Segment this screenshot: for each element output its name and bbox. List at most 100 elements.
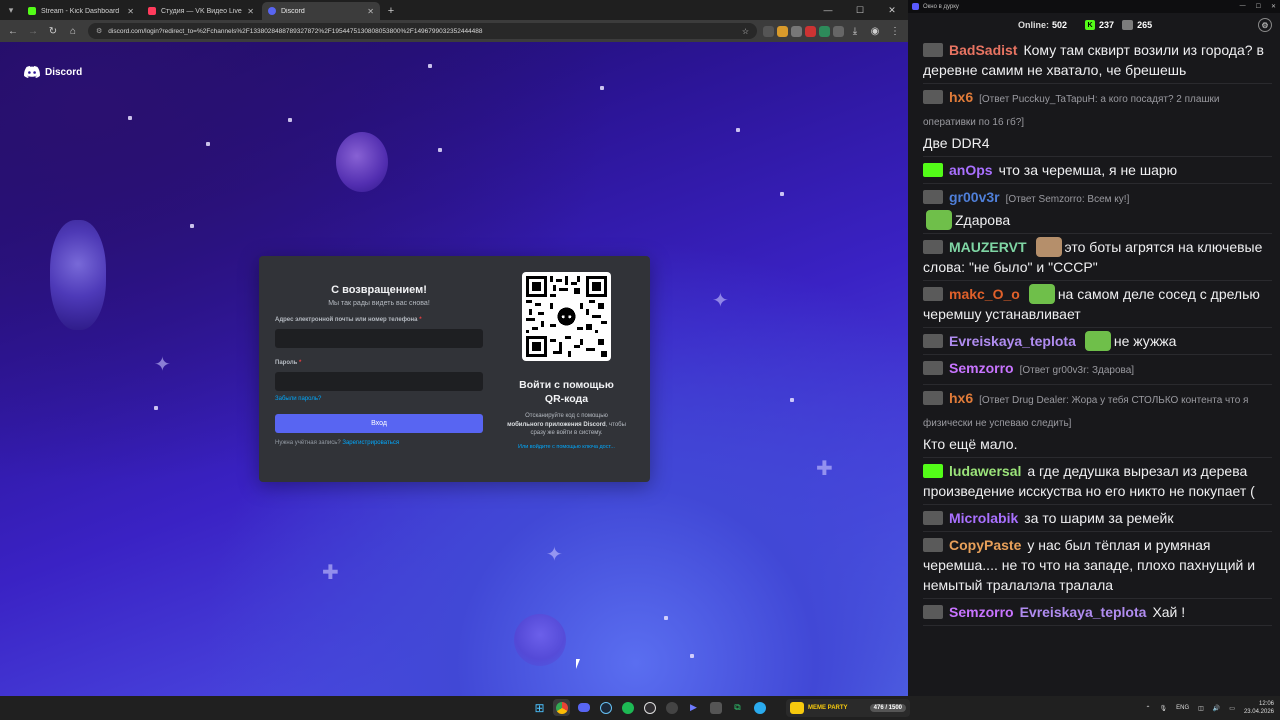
chat-username[interactable]: hx6	[949, 390, 973, 406]
extension-icon[interactable]	[763, 25, 774, 37]
new-tab-icon[interactable]: +	[382, 2, 400, 20]
screen: ▾ Stream - Kick Dashboard ✕ Студия — VK …	[0, 0, 1280, 720]
tab-vk[interactable]: Студия — VK Видео Live ✕	[142, 2, 260, 20]
site-info-icon[interactable]: ⚙	[96, 27, 102, 35]
close-tab-icon[interactable]: ✕	[367, 7, 374, 16]
star-decoration	[664, 616, 668, 620]
home-icon[interactable]: ⌂	[64, 22, 82, 40]
chevron-up-icon[interactable]: ⌃	[1145, 705, 1150, 712]
chat-message: CopyPaste у нас был тёплая и румяная чере…	[923, 535, 1272, 595]
discord-app-icon[interactable]	[575, 699, 592, 716]
chat-username[interactable]: MAUZERVT	[949, 239, 1027, 255]
forward-icon[interactable]: →	[24, 22, 42, 40]
extension-icon[interactable]	[777, 25, 788, 37]
chat-username[interactable]: CopyPaste	[949, 537, 1021, 553]
tab-discord[interactable]: Discord ✕	[262, 2, 380, 20]
chat-window-title: Окно в дурку	[923, 3, 959, 10]
message-divider	[923, 183, 1272, 184]
extension-icon[interactable]	[791, 25, 802, 37]
windows-start-icon[interactable]: ⊞	[531, 699, 548, 716]
forgot-password-link[interactable]: Забыли пароль?	[275, 396, 483, 402]
kick-badge-icon	[923, 464, 943, 478]
passkey-link[interactable]: Или войдите с помощью ключа дост...	[518, 444, 615, 450]
emote-icon	[1028, 284, 1055, 304]
chat-username[interactable]: makc_O_o	[949, 286, 1020, 302]
language-indicator[interactable]: ENG	[1176, 705, 1189, 711]
system-tray: ⌃ 🎙 ENG ◫ 🔊 ▭ 12:06 23.04.2026	[1145, 699, 1274, 717]
telegram-icon[interactable]	[751, 699, 768, 716]
maximize-icon[interactable]: ☐	[1256, 3, 1261, 10]
media-player-icon[interactable]: ▶	[685, 699, 702, 716]
back-icon[interactable]: ←	[4, 22, 22, 40]
chat-message: ludawersal а где дедушка вырезал из дерев…	[923, 461, 1272, 501]
chat-message-text: что за черемша, я не шарю	[998, 162, 1178, 178]
discord-logo[interactable]: Discord	[24, 66, 82, 78]
address-bar[interactable]: ⚙ discord.com/login?redirect_to=%2Fchann…	[88, 23, 757, 39]
qr-title-line2: QR-кода	[544, 393, 589, 405]
login-form: С возвращением! Мы так рады видеть вас с…	[275, 272, 483, 466]
battery-icon[interactable]: ▭	[1229, 705, 1235, 712]
profile-icon[interactable]: ◉	[866, 22, 884, 40]
login-button[interactable]: Вход	[275, 414, 483, 433]
email-label-text: Адрес электронной почты или номер телефо…	[275, 317, 418, 323]
bookmark-star-icon[interactable]: ☆	[742, 27, 749, 36]
discord-wordmark-icon	[24, 66, 40, 78]
chat-username[interactable]: hx6	[949, 89, 973, 105]
password-field[interactable]	[275, 372, 483, 391]
mouse-cursor-icon	[576, 659, 584, 669]
steam-icon[interactable]	[597, 699, 614, 716]
close-window-icon[interactable]: ✕	[1271, 3, 1276, 10]
vk-favicon-icon	[148, 7, 156, 15]
app-icon[interactable]: ⧉	[729, 699, 746, 716]
network-icon[interactable]: ◫	[1198, 705, 1204, 712]
app-icon[interactable]	[707, 699, 724, 716]
menu-kebab-icon[interactable]: ⋮	[886, 22, 904, 40]
star-decoration	[206, 142, 210, 146]
chat-message: MAUZERVT это боты агрятся на ключевые сло…	[923, 237, 1272, 277]
chat-username[interactable]: Semzorro	[949, 360, 1014, 376]
minimize-icon[interactable]: —	[812, 5, 844, 15]
chat-mention[interactable]: Evreiskaya_teplota	[1020, 604, 1147, 620]
planet-decoration	[50, 220, 106, 330]
chat-message: Semzorro Evreiskaya_teplota Хай !	[923, 602, 1272, 622]
maximize-icon[interactable]: ☐	[844, 5, 876, 16]
chat-message: gr00v3r [Ответ Semzorro: Всем ку!] Zдарова	[923, 187, 1272, 230]
email-field[interactable]	[275, 329, 483, 348]
close-tab-icon[interactable]: ✕	[247, 7, 254, 16]
chat-username[interactable]: ludawersal	[949, 463, 1021, 479]
email-label: Адрес электронной почты или номер телефо…	[275, 317, 483, 323]
clock[interactable]: 12:06 23.04.2026	[1244, 700, 1274, 716]
gear-icon[interactable]: ⚙	[1258, 18, 1272, 32]
tab-search-icon[interactable]: ▾	[0, 0, 22, 20]
message-divider	[923, 156, 1272, 157]
chat-username[interactable]: Microlabik	[949, 510, 1018, 526]
extension-icon[interactable]	[819, 25, 830, 37]
chat-username[interactable]: gr00v3r	[949, 189, 1000, 205]
chat-username[interactable]: BadSadist	[949, 42, 1017, 58]
chrome-icon[interactable]	[553, 699, 570, 716]
chat-message-list[interactable]: BadSadist Кому там сквирт возили из город…	[908, 37, 1280, 696]
taskbar-apps: ⊞ ▶ ⧉	[531, 699, 768, 716]
close-window-icon[interactable]: ✕	[876, 5, 908, 16]
obs-icon[interactable]	[641, 699, 658, 716]
chat-username[interactable]: anOps	[949, 162, 993, 178]
puzzle-icon[interactable]	[833, 25, 844, 37]
chat-message-text: Zдарова	[955, 212, 1011, 228]
meme-party-widget[interactable]: MEME PARTY 476 / 1500	[786, 699, 910, 717]
microphone-icon[interactable]: 🎙	[1160, 705, 1168, 712]
minimize-icon[interactable]: —	[1240, 3, 1246, 10]
extension-icon[interactable]	[805, 25, 816, 37]
reload-icon[interactable]: ↻	[44, 22, 62, 40]
close-tab-icon[interactable]: ✕	[127, 7, 134, 16]
download-icon[interactable]: ⤓	[846, 22, 864, 40]
tab-kick[interactable]: Stream - Kick Dashboard ✕	[22, 2, 140, 20]
volume-icon[interactable]: 🔊	[1213, 705, 1220, 712]
user-badge-icon	[923, 43, 943, 57]
app-icon[interactable]	[663, 699, 680, 716]
spotify-icon[interactable]	[619, 699, 636, 716]
user-badge-icon	[923, 90, 943, 104]
chat-username[interactable]: Evreiskaya_teplota	[949, 333, 1076, 349]
register-link[interactable]: Зарегистрироваться	[342, 440, 399, 446]
chat-username[interactable]: Semzorro	[949, 604, 1014, 620]
viewer-platform-icon	[1122, 20, 1134, 30]
